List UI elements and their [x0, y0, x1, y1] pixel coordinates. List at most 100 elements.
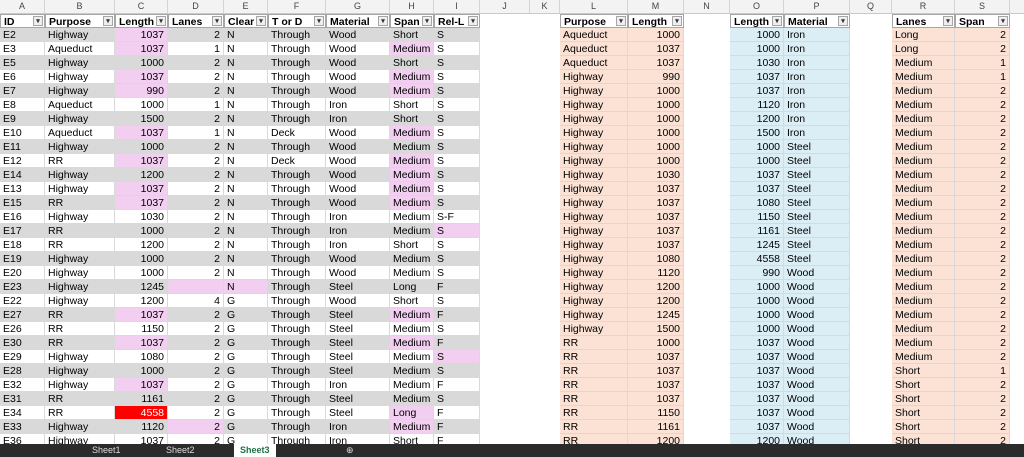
table-cell[interactable]: Medium — [892, 196, 955, 210]
table-cell[interactable]: 1037 — [628, 238, 684, 252]
table-cell[interactable]: S — [434, 364, 480, 378]
table-cell[interactable]: 1000 — [628, 154, 684, 168]
table-cell[interactable]: 1000 — [115, 266, 168, 280]
table-cell[interactable]: 2 — [168, 182, 224, 196]
table-cell[interactable]: 1150 — [730, 210, 784, 224]
table-cell[interactable]: S-F — [434, 210, 480, 224]
table-cell[interactable]: Medium — [892, 154, 955, 168]
table-cell[interactable]: Iron — [326, 378, 390, 392]
table-cell[interactable]: 1 — [168, 98, 224, 112]
table-cell[interactable]: 1037 — [115, 196, 168, 210]
table-cell[interactable]: Highway — [560, 322, 628, 336]
table-cell[interactable]: Highway — [45, 434, 115, 444]
table-cell[interactable]: G — [224, 308, 268, 322]
table-cell[interactable]: 1000 — [115, 56, 168, 70]
table-cell[interactable]: Short — [390, 98, 434, 112]
table-cell[interactable]: Highway — [560, 294, 628, 308]
table-cell[interactable]: F — [434, 280, 480, 294]
table-cell[interactable]: Iron — [784, 84, 850, 98]
table-cell[interactable]: 2 — [955, 266, 1010, 280]
table-cell[interactable]: 1000 — [628, 98, 684, 112]
table-cell[interactable]: Medium — [390, 266, 434, 280]
table-cell[interactable]: 1037 — [115, 28, 168, 42]
table-cell[interactable]: 1 — [168, 42, 224, 56]
table-cell[interactable]: 1245 — [115, 280, 168, 294]
table-header[interactable]: Lanes ▾ — [168, 14, 224, 28]
table-cell[interactable]: RR — [560, 336, 628, 350]
table-cell[interactable]: Wood — [326, 266, 390, 280]
table-cell[interactable]: 1245 — [730, 238, 784, 252]
table-cell[interactable]: Iron — [326, 98, 390, 112]
table-cell[interactable]: Medium — [390, 378, 434, 392]
table-cell[interactable]: S — [434, 392, 480, 406]
filter-dropdown-icon[interactable]: ▾ — [103, 16, 113, 26]
table-header[interactable]: Purpose ▾ — [560, 14, 628, 28]
table-cell[interactable]: RR — [45, 336, 115, 350]
table-cell[interactable]: 1200 — [628, 280, 684, 294]
table-cell[interactable]: 2 — [168, 392, 224, 406]
table-cell[interactable]: Short — [892, 392, 955, 406]
table-cell[interactable]: 2 — [955, 42, 1010, 56]
table-cell[interactable]: Medium — [892, 266, 955, 280]
table-cell[interactable]: RR — [560, 364, 628, 378]
filter-dropdown-icon[interactable]: ▾ — [616, 16, 626, 26]
table-cell[interactable]: 1080 — [628, 252, 684, 266]
table-cell[interactable]: Steel — [784, 252, 850, 266]
table-cell[interactable]: Long — [892, 28, 955, 42]
table-cell[interactable]: N — [224, 140, 268, 154]
add-sheet-icon[interactable]: ⊕ — [340, 444, 360, 457]
table-cell[interactable]: Highway — [45, 112, 115, 126]
table-cell[interactable]: 1000 — [730, 42, 784, 56]
table-cell[interactable]: RR — [45, 322, 115, 336]
table-cell[interactable]: 2 — [168, 224, 224, 238]
table-cell[interactable]: 1120 — [628, 266, 684, 280]
table-cell[interactable]: RR — [45, 224, 115, 238]
column-header[interactable]: B — [45, 0, 115, 13]
table-cell[interactable]: 2 — [955, 196, 1010, 210]
table-cell[interactable]: RR — [560, 434, 628, 444]
table-cell[interactable]: Highway — [45, 252, 115, 266]
filter-dropdown-icon[interactable]: ▾ — [378, 16, 388, 26]
table-cell[interactable]: 2 — [955, 420, 1010, 434]
table-cell[interactable]: Steel — [326, 392, 390, 406]
table-cell[interactable]: 1 — [168, 126, 224, 140]
table-cell[interactable]: 2 — [168, 434, 224, 444]
table-cell[interactable]: Highway — [45, 70, 115, 84]
table-cell[interactable]: Steel — [784, 238, 850, 252]
column-header[interactable]: H — [390, 0, 434, 13]
table-cell[interactable]: Wood — [784, 378, 850, 392]
table-cell[interactable]: E3 — [0, 42, 45, 56]
table-header[interactable]: T or D ▾ — [268, 14, 326, 28]
table-cell[interactable]: E16 — [0, 210, 45, 224]
table-cell[interactable]: S — [434, 196, 480, 210]
table-cell[interactable]: Through — [268, 336, 326, 350]
table-cell[interactable]: Aqueduct — [45, 98, 115, 112]
table-cell[interactable]: Wood — [784, 308, 850, 322]
table-cell[interactable]: G — [224, 350, 268, 364]
filter-dropdown-icon[interactable]: ▾ — [468, 16, 478, 26]
table-cell[interactable]: 2 — [955, 392, 1010, 406]
table-cell[interactable]: 2 — [168, 56, 224, 70]
table-cell[interactable]: 2 — [955, 224, 1010, 238]
table-header[interactable]: Rel-L ▾ — [434, 14, 480, 28]
table-cell[interactable]: S — [434, 252, 480, 266]
table-cell[interactable]: 2 — [168, 28, 224, 42]
table-cell[interactable]: G — [224, 406, 268, 420]
table-cell[interactable]: 2 — [955, 308, 1010, 322]
table-cell[interactable]: Wood — [326, 84, 390, 98]
table-cell[interactable]: 1037 — [730, 378, 784, 392]
table-cell[interactable]: E2 — [0, 28, 45, 42]
table-cell[interactable]: 1000 — [730, 28, 784, 42]
table-cell[interactable]: Medium — [892, 140, 955, 154]
table-cell[interactable]: N — [224, 252, 268, 266]
table-cell[interactable]: 1500 — [628, 322, 684, 336]
table-cell[interactable]: Iron — [326, 112, 390, 126]
table-cell[interactable]: 1000 — [115, 98, 168, 112]
column-header[interactable]: M — [628, 0, 684, 13]
table-cell[interactable]: Through — [268, 42, 326, 56]
table-cell[interactable]: 2 — [955, 168, 1010, 182]
table-cell[interactable]: Highway — [560, 112, 628, 126]
table-cell[interactable]: G — [224, 392, 268, 406]
table-cell[interactable]: 1037 — [115, 434, 168, 444]
table-cell[interactable]: G — [224, 336, 268, 350]
